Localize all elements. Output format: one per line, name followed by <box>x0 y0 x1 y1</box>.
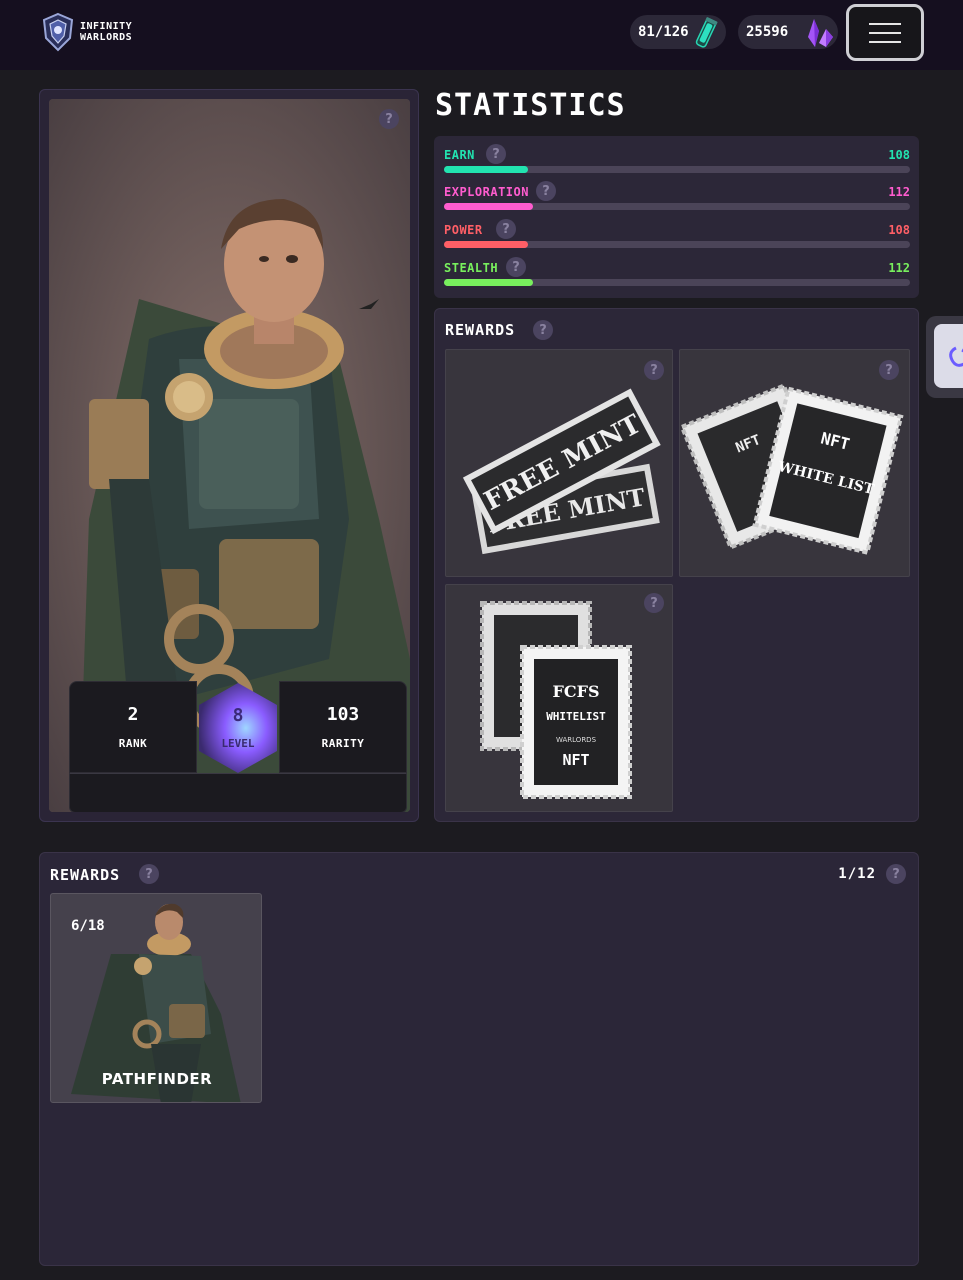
energy-counter[interactable]: 81/126 <box>630 15 726 49</box>
nft-whitelist-stamp-icon: NFT NFT WHITE LIST <box>680 383 904 556</box>
stat-bar <box>444 203 910 210</box>
nft-text: NFT <box>562 751 589 769</box>
stat-row-stealth: STEALTH ? 112 <box>444 255 910 286</box>
stat-value: 108 <box>888 148 910 162</box>
stat-bar <box>444 241 910 248</box>
stat-bar <box>444 279 910 286</box>
statistics-panel: EARN ? 108 EXPLORATION ? 112 POWER ? 108… <box>434 136 919 298</box>
statistics-title: STATISTICS <box>435 88 626 123</box>
stat-name: EXPLORATION <box>444 185 529 199</box>
exploration-help-icon[interactable]: ? <box>536 181 556 201</box>
whitelist-text: WHITELIST <box>546 710 606 723</box>
rank-value: 2 <box>127 704 139 725</box>
level-hexagon-icon <box>199 683 277 773</box>
logo-line2: WARLORDS <box>80 32 133 43</box>
rewards-help-icon[interactable]: ? <box>533 320 553 340</box>
rarity-box: 103 RARITY <box>279 681 407 773</box>
stat-bar-fill <box>444 203 533 210</box>
stat-bar-fill <box>444 241 528 248</box>
character-stats-strip: 2 RANK 103 RARITY 8 LEVEL <box>69 681 407 812</box>
bottom-rewards-panel: REWARDS ? 1/12 ? 6/18 PATHFINDER <box>39 852 919 1266</box>
tile-help-icon[interactable]: ? <box>644 360 664 380</box>
warlords-shield-icon <box>42 12 74 52</box>
character-card: ? 2 RANK 103 RARITY 8 LEVEL <box>39 89 419 822</box>
rank-label: RANK <box>118 737 148 750</box>
bottom-rewards-count: 1/12 <box>838 866 876 882</box>
rewards-panel: REWARDS ? FREE MINT FREE MINT ? NFT NFT … <box>434 308 919 822</box>
hamburger-icon-line <box>869 31 901 34</box>
stat-name: POWER <box>444 223 483 237</box>
fcfs-text: FCFS <box>552 682 599 701</box>
gems-value: 25596 <box>746 24 789 40</box>
gems-counter[interactable]: 25596 <box>738 15 838 49</box>
portrait-help-icon[interactable]: ? <box>379 109 399 129</box>
stealth-help-icon[interactable]: ? <box>506 257 526 277</box>
bottom-rewards-help-icon[interactable]: ? <box>139 864 159 884</box>
rewards-title: REWARDS <box>445 321 516 339</box>
warlords-text: WARLORDS <box>556 736 597 744</box>
card-name: PATHFINDER <box>101 1070 213 1088</box>
side-tab-button[interactable] <box>934 324 963 388</box>
rarity-value: 103 <box>326 704 360 725</box>
logo-line1: INFINITY <box>80 21 133 32</box>
menu-button[interactable] <box>846 4 924 61</box>
hamburger-icon-line <box>869 22 901 25</box>
stat-row-exploration: EXPLORATION ? 112 <box>444 179 910 210</box>
count-help-icon[interactable]: ? <box>886 864 906 884</box>
rarity-label: RARITY <box>321 737 365 750</box>
reward-tile-free-mint[interactable]: FREE MINT FREE MINT ? <box>445 349 673 577</box>
energy-value: 81/126 <box>638 24 689 40</box>
stat-name: STEALTH <box>444 261 499 275</box>
character-reward-card[interactable]: 6/18 PATHFINDER <box>50 893 262 1103</box>
stats-footer <box>69 773 407 812</box>
side-drawer-tab[interactable] <box>926 316 963 398</box>
level-label: LEVEL <box>221 737 255 750</box>
stat-row-earn: EARN ? 108 <box>444 142 910 173</box>
reward-tile-nft-whitelist[interactable]: NFT NFT WHITE LIST ? <box>679 349 910 577</box>
bottom-rewards-title: REWARDS <box>50 866 121 884</box>
logo[interactable]: INFINITY WARLORDS <box>40 12 140 52</box>
free-mint-ticket-icon: FREE MINT FREE MINT <box>462 388 661 555</box>
top-bar: INFINITY WARLORDS 81/126 25596 <box>0 0 963 70</box>
rank-box: 2 RANK <box>69 681 197 773</box>
stat-name: EARN <box>444 148 475 162</box>
stat-bar-fill <box>444 166 528 173</box>
earn-help-icon[interactable]: ? <box>486 144 506 164</box>
hamburger-icon-line <box>869 40 901 43</box>
logo-text: INFINITY WARLORDS <box>80 21 140 43</box>
tile-help-icon[interactable]: ? <box>879 360 899 380</box>
stat-value: 112 <box>888 185 910 199</box>
energy-canister-icon <box>695 17 718 48</box>
fcfs-whitelist-stamp-icon: FCFS WHITELIST WARLORDS NFT <box>480 601 632 799</box>
level-badge: 8 LEVEL <box>197 681 279 775</box>
link-icon <box>949 346 963 367</box>
stat-row-power: POWER ? 108 <box>444 217 910 248</box>
stat-value: 108 <box>888 223 910 237</box>
power-help-icon[interactable]: ? <box>496 219 516 239</box>
level-value: 8 <box>232 705 244 726</box>
stat-bar-fill <box>444 279 533 286</box>
purple-crystal-icon <box>808 19 833 47</box>
reward-tile-fcfs-whitelist[interactable]: FCFS WHITELIST WARLORDS NFT ? <box>445 584 673 812</box>
stat-bar <box>444 166 910 173</box>
card-progress: 6/18 <box>71 918 105 934</box>
tile-help-icon[interactable]: ? <box>644 593 664 613</box>
character-portrait: ? 2 RANK 103 RARITY 8 LEVEL <box>49 99 410 812</box>
stat-value: 112 <box>888 261 910 275</box>
